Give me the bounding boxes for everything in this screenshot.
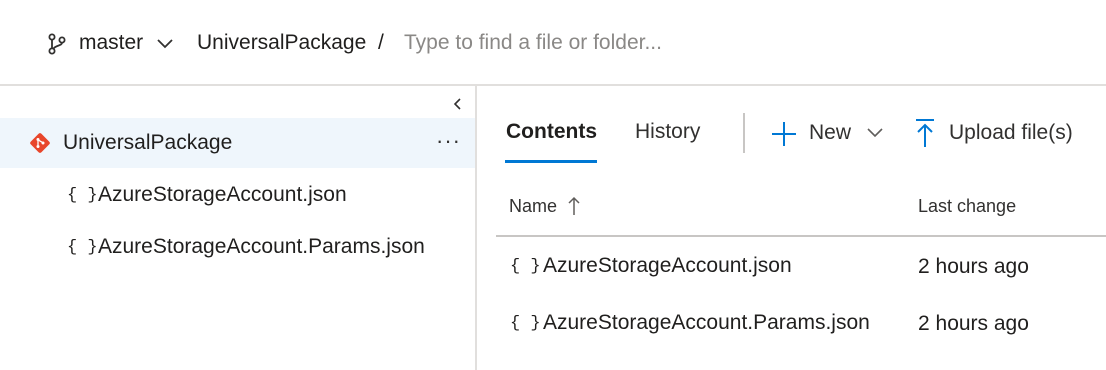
branch-icon[interactable] — [46, 32, 68, 56]
new-button-label: New — [809, 121, 852, 144]
file-name-link[interactable]: AzureStorageAccount.json — [543, 254, 792, 278]
file-name-link[interactable]: AzureStorageAccount.Params.json — [543, 311, 870, 335]
breadcrumb-repo[interactable]: UniversalPackage — [197, 31, 366, 55]
upload-icon — [916, 119, 934, 147]
json-file-icon: { } — [67, 186, 98, 205]
more-options-icon[interactable]: ··· — [436, 128, 461, 154]
header-divider — [0, 84, 1106, 86]
json-file-icon: { } — [510, 257, 541, 276]
upload-files-button[interactable]: Upload file(s) — [912, 116, 1092, 152]
tree-item[interactable]: { } AzureStorageAccount.json — [0, 170, 475, 220]
chevron-down-icon[interactable] — [156, 36, 174, 50]
tree-item-label: AzureStorageAccount.Params.json — [98, 235, 425, 258]
active-tab-indicator — [505, 160, 597, 163]
tab-history[interactable]: History — [635, 120, 700, 144]
breadcrumb-separator: / — [378, 31, 384, 54]
tree-item[interactable]: { } AzureStorageAccount.Params.json — [0, 222, 475, 272]
json-file-icon: { } — [510, 314, 541, 333]
upload-button-label: Upload file(s) — [949, 121, 1073, 144]
tree-item-label: UniversalPackage — [63, 131, 233, 154]
plus-icon — [772, 122, 796, 146]
column-header-label: Name — [509, 196, 558, 216]
last-change-value: 2 hours ago — [918, 312, 1029, 335]
panel-divider[interactable] — [475, 86, 477, 370]
column-header-last-change[interactable]: Last change — [918, 196, 1016, 217]
grid-header-divider — [496, 235, 1106, 237]
chevron-down-icon — [867, 128, 883, 138]
command-separator — [743, 113, 745, 153]
tree-item-label: AzureStorageAccount.json — [98, 183, 347, 206]
new-button[interactable]: New — [768, 116, 888, 152]
collapse-panel-icon[interactable] — [448, 94, 468, 114]
git-repo-icon — [30, 133, 50, 153]
last-change-value: 2 hours ago — [918, 255, 1029, 278]
top-bar: master UniversalPackage / — [0, 0, 1106, 84]
sort-ascending-icon — [568, 196, 580, 215]
json-file-icon: { } — [67, 238, 98, 257]
tab-contents[interactable]: Contents — [506, 120, 597, 144]
tree-item-root[interactable]: UniversalPackage ··· — [0, 118, 475, 168]
file-search-input[interactable] — [402, 26, 826, 60]
branch-selector[interactable]: master — [79, 31, 143, 55]
